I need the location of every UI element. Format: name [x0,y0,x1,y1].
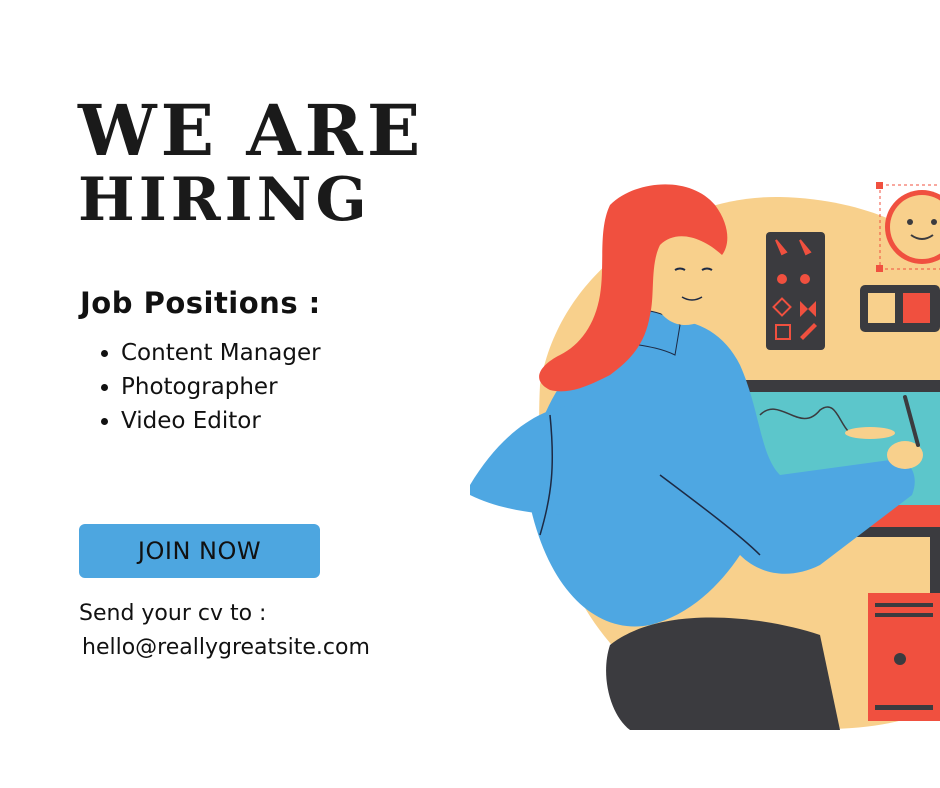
positions-list: Content Manager Photographer Video Edito… [101,336,321,438]
woman-at-desk-icon [470,182,940,730]
positions-title: Job Positions : [80,286,321,320]
join-now-button[interactable]: JOIN NOW [79,524,320,578]
contact-email[interactable]: hello@reallygreatsite.com [82,635,370,660]
list-item: Photographer [121,370,321,404]
headline-line1: WE ARE [78,89,425,172]
cv-label: Send your cv to : [79,601,267,626]
list-item: Content Manager [121,336,321,370]
list-item: Video Editor [121,404,321,438]
headline-line2: HIRING [78,165,371,235]
